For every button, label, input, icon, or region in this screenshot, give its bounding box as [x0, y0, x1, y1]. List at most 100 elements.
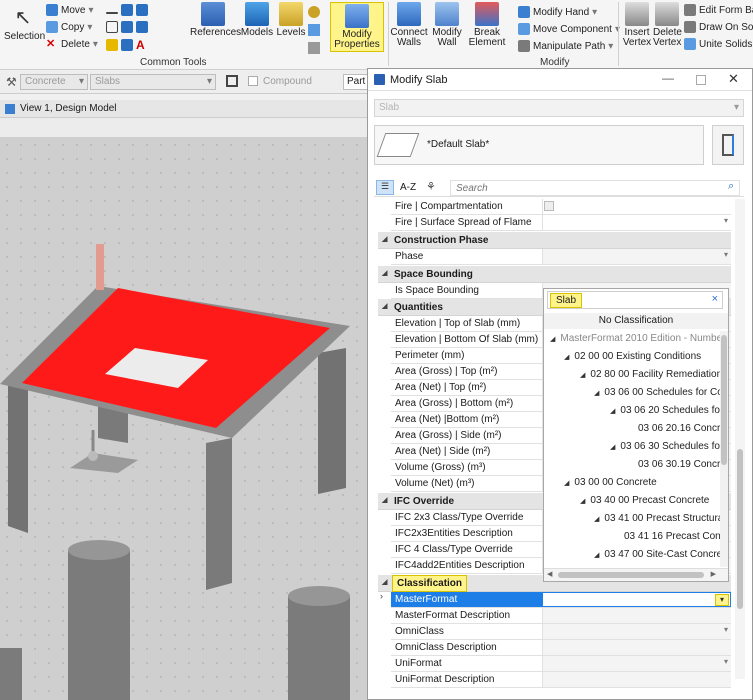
sort-az-button[interactable]: A-Z	[400, 182, 416, 193]
row-fire-surface-spread[interactable]: Fire | Surface Spread of Flame ▾	[391, 215, 731, 231]
dialog-title: Modify Slab	[390, 74, 448, 86]
move-icon	[46, 4, 58, 16]
maximize-icon[interactable]	[696, 75, 706, 85]
delete-vertex-icon	[655, 2, 679, 26]
tree-item[interactable]: ◢ 02 80 00 Facility Remediation	[580, 369, 720, 380]
dropdown-hscrollbar[interactable]: ◀ ▶	[544, 568, 728, 581]
grid-scrollbar[interactable]	[735, 199, 745, 679]
scroll-right-icon[interactable]: ▶	[711, 570, 716, 578]
selection-button[interactable]: ↖ Selection	[4, 6, 45, 42]
tree-item[interactable]: 03 06 30.19 Concret	[638, 459, 720, 470]
fire-compartment-checkbox[interactable]	[544, 201, 554, 211]
close-icon[interactable]: ✕	[728, 71, 739, 87]
search-small-icon[interactable]	[308, 24, 320, 36]
unite-solids-button[interactable]: Unite Solids	[684, 38, 752, 50]
delete-button[interactable]: ✕ Delete ▾	[46, 38, 98, 50]
app-icon	[374, 74, 385, 85]
row-masterformat[interactable]: MasterFormat ▾	[391, 592, 731, 608]
vertical-element[interactable]	[96, 244, 104, 290]
row-classification[interactable]: OmniClass Description	[391, 640, 731, 656]
edit-form-button[interactable]: Edit Form Ba	[684, 4, 753, 16]
tree-item[interactable]: ◢ MasterFormat 2010 Edition - Number	[550, 333, 720, 344]
compound-checkbox[interactable]	[248, 76, 258, 86]
small-view-tools	[308, 4, 326, 54]
line-tool-icon[interactable]	[106, 4, 148, 16]
tree-item[interactable]: ◢ 03 06 00 Schedules for Con	[594, 387, 720, 398]
part-combo[interactable]: Part	[343, 74, 369, 90]
style-name: *Default Slab*	[427, 139, 490, 150]
category-space-bounding[interactable]: ◢ Space Bounding	[378, 266, 731, 283]
search-input[interactable]	[450, 180, 740, 196]
clear-filter-icon[interactable]: ×	[712, 293, 718, 305]
view-toolbar	[0, 118, 368, 138]
draw-on-solid-button[interactable]: Draw On Solid	[684, 21, 753, 33]
category-construction-phase[interactable]: ◢ Construction Phase	[378, 232, 731, 249]
hscroll-thumb[interactable]	[558, 572, 704, 578]
view-title: View 1, Design Model	[20, 103, 117, 114]
row-phase[interactable]: Phase ▾	[391, 249, 731, 265]
no-classification-item[interactable]: No Classification	[544, 313, 728, 329]
dropdown-scrollbar[interactable]	[720, 331, 728, 567]
apply-style-button[interactable]	[712, 125, 744, 165]
break-element-icon	[475, 2, 499, 26]
break-element-button[interactable]: Break Element	[466, 2, 508, 48]
categorized-view-button[interactable]: ☰	[376, 180, 394, 195]
fill-tool-icon[interactable]: A	[106, 38, 145, 52]
tree-item[interactable]: ◢ 03 06 20 Schedules for	[610, 405, 720, 416]
type-combo[interactable]: Slab ▾	[374, 99, 744, 117]
view-icon	[5, 104, 15, 114]
modify-wall-button[interactable]: Modify Wall	[430, 2, 464, 48]
tree-item[interactable]: ◢ 03 06 30 Schedules for	[610, 441, 720, 452]
filter-icon[interactable]: ⚘	[426, 180, 436, 193]
tree-item[interactable]: ◢ 03 47 00 Site-Cast Concrete	[594, 549, 720, 560]
dialog-titlebar: Modify Slab — ✕	[368, 69, 752, 91]
tree-item[interactable]: ◢ 03 00 00 Concrete	[564, 477, 657, 488]
layers-icon[interactable]	[226, 75, 238, 87]
material-combo[interactable]: Concrete	[20, 74, 88, 90]
delete-vertex-button[interactable]: Delete Vertex	[653, 2, 682, 48]
levels-button[interactable]: Levels	[276, 2, 306, 38]
row-classification[interactable]: OmniClass ▾	[391, 624, 731, 640]
levels-icon	[279, 2, 303, 26]
pier-left[interactable]	[68, 540, 130, 700]
modify-hand-button[interactable]: Modify Hand ▾	[518, 6, 597, 18]
row-classification[interactable]: UniFormat ▾	[391, 656, 731, 672]
copy-button[interactable]: Copy ▾	[46, 21, 92, 33]
style-picker[interactable]: *Default Slab*	[374, 125, 704, 165]
references-button[interactable]: References	[190, 2, 241, 38]
info-icon[interactable]	[308, 6, 320, 18]
minimize-icon[interactable]: —	[662, 71, 674, 85]
delete-icon: ✕	[46, 38, 56, 50]
tree-item[interactable]: ◢ 02 00 00 Existing Conditions	[564, 351, 701, 362]
tree-item[interactable]: 03 41 16 Precast Concr	[624, 531, 720, 542]
scrollbar-thumb[interactable]	[737, 449, 743, 609]
tree-item[interactable]: 03 06 20.16 Concret	[638, 423, 720, 434]
connect-walls-button[interactable]: Connect Walls	[390, 2, 428, 48]
move-component-button[interactable]: Move Component▾	[518, 23, 620, 35]
shape-tool-icon[interactable]	[106, 21, 148, 33]
insert-vertex-button[interactable]: Insert Vertex	[621, 2, 653, 48]
tree-item[interactable]: ◢ 03 40 00 Precast Concrete	[580, 495, 709, 506]
dropdown-scroll-thumb[interactable]	[721, 335, 727, 465]
manipulate-path-button[interactable]: Manipulate Path ▾	[518, 40, 613, 52]
row-classification[interactable]: MasterFormat Description	[391, 608, 731, 624]
pier-edge[interactable]	[0, 648, 22, 700]
family-combo[interactable]: Slabs	[90, 74, 216, 90]
row-fire-compartmentation[interactable]: Fire | Compartmentation	[391, 199, 731, 215]
tree-item[interactable]: ◢ 03 41 00 Precast Structural	[594, 513, 720, 524]
models-button[interactable]: Models	[240, 2, 274, 38]
connect-walls-icon	[397, 2, 421, 26]
dropdown-filter-input[interactable]: Slab ×	[547, 291, 723, 309]
references-icon	[201, 2, 225, 26]
design-model-view[interactable]	[0, 138, 368, 700]
row-classification[interactable]: UniFormat Description	[391, 672, 731, 688]
expand-arrow-icon[interactable]: ›	[380, 591, 383, 601]
model-canvas	[0, 244, 350, 700]
scroll-left-icon[interactable]: ◀	[547, 570, 552, 578]
move-button[interactable]: Move ▾	[46, 4, 93, 16]
modify-properties-button[interactable]: Modify Properties	[330, 2, 384, 52]
settings-small-icon[interactable]	[308, 42, 320, 54]
masterformat-dropdown-button[interactable]: ▾	[715, 594, 729, 606]
view-header: View 1, Design Model	[0, 100, 368, 118]
pier-right[interactable]	[288, 586, 350, 700]
